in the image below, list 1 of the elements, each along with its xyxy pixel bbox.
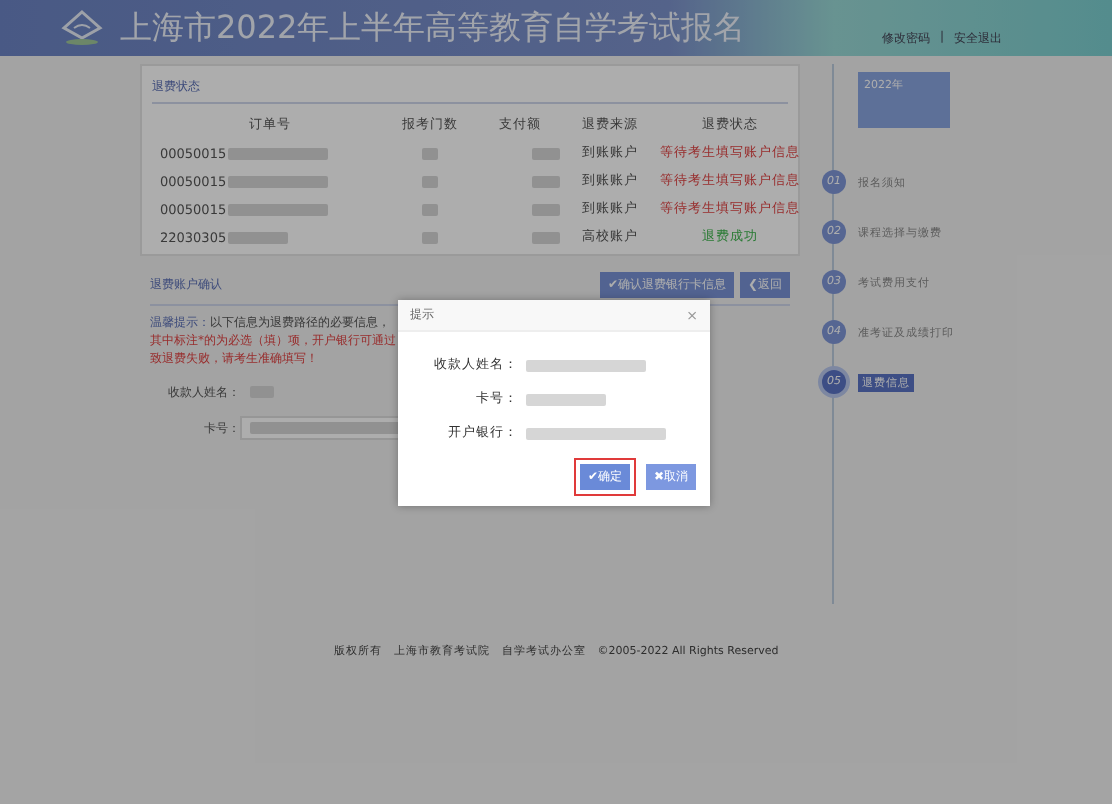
page-title: 上海市2022年上半年高等教育自学考试报名 [120, 7, 746, 49]
